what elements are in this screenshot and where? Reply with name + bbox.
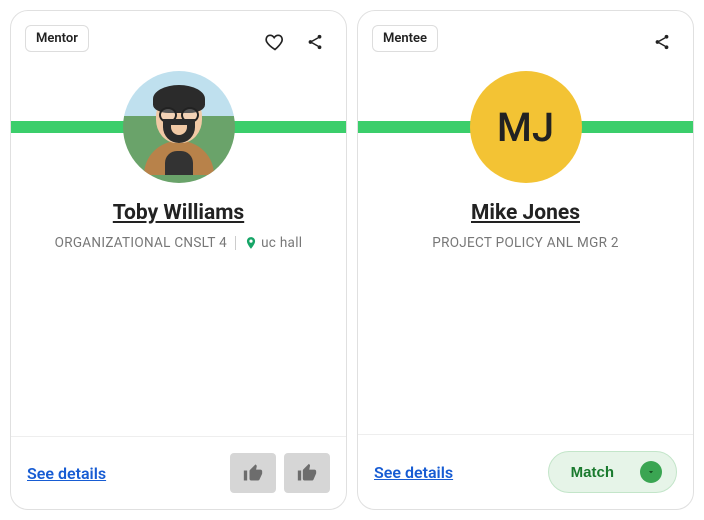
role-badge: Mentor [25,25,89,52]
chevron-down-icon [640,461,662,483]
card-footer: See details Match [358,434,693,509]
match-button[interactable]: Match [548,451,677,493]
location: uc hall [244,235,302,251]
card-footer: See details [11,436,346,509]
person-subtitle: PROJECT POLICY ANL MGR 2 [372,235,679,251]
thumbs-down-button[interactable] [230,453,276,493]
person-subtitle: ORGANIZATIONAL CNSLT 4 uc hall [25,235,332,251]
location-pin-icon [244,236,258,250]
avatar-illustration [142,85,216,175]
card-actions [258,25,332,59]
mentee-card: Mentee MJ Mike Jones PROJECT POLICY ANL … [357,10,694,510]
share-icon [653,33,671,51]
role-badge: Mentee [372,25,438,52]
card-header: Mentee MJ Mike Jones PROJECT POLICY ANL … [358,11,693,251]
divider [235,236,236,250]
match-label: Match [571,464,614,481]
job-title: ORGANIZATIONAL CNSLT 4 [55,235,227,251]
location-text: uc hall [261,235,302,251]
person-name[interactable]: Mike Jones [372,201,679,225]
card-header: Mentor [11,11,346,251]
mentor-card: Mentor [10,10,347,510]
share-icon [306,33,324,51]
share-button[interactable] [645,25,679,59]
see-details-link[interactable]: See details [27,464,106,483]
see-details-link[interactable]: See details [374,463,453,482]
thumbs-down-icon [243,463,263,483]
thumbs-up-icon [297,463,317,483]
favorite-button[interactable] [258,25,292,59]
thumbs-up-button[interactable] [284,453,330,493]
avatar-initials: MJ [497,104,554,151]
person-name[interactable]: Toby Williams [25,201,332,225]
job-title: PROJECT POLICY ANL MGR 2 [432,235,618,251]
heart-icon [265,32,285,52]
share-button[interactable] [298,25,332,59]
avatar[interactable] [123,71,235,183]
card-actions [645,25,679,59]
avatar[interactable]: MJ [470,71,582,183]
